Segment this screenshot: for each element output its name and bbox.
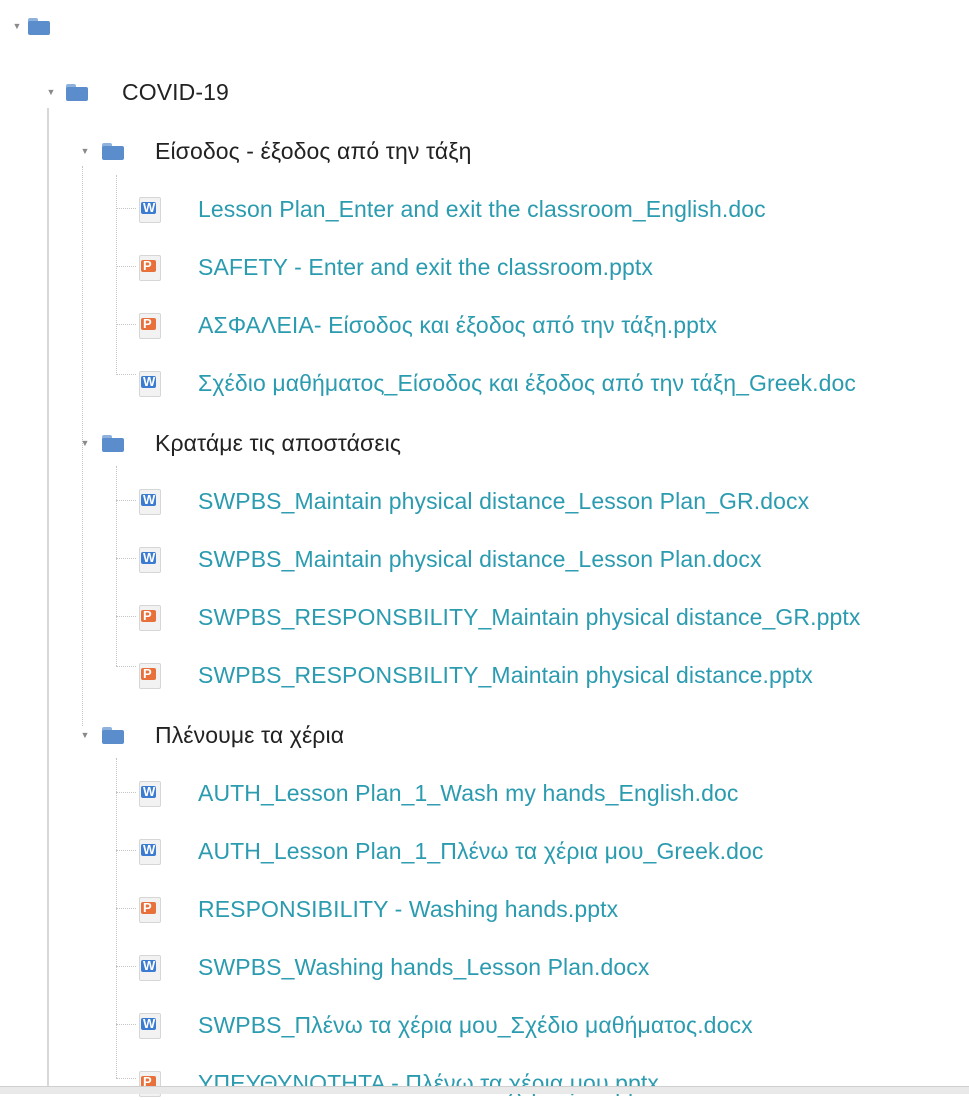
expand-toggle-icon[interactable]: ▼ xyxy=(78,144,92,158)
tree-guide-folder-3 xyxy=(116,758,117,1078)
powerpoint-icon: P xyxy=(136,896,162,923)
tree-guide-folder-2 xyxy=(116,466,117,666)
file-link[interactable]: SWPBS_Maintain physical distance_Lesson … xyxy=(198,488,809,515)
tree-guide-folder-1 xyxy=(116,175,117,375)
tree-connector xyxy=(116,208,136,209)
expand-toggle-icon[interactable]: ▼ xyxy=(44,85,58,99)
file-link[interactable]: RESPONSIBILITY - Washing hands.pptx xyxy=(198,896,618,923)
word-document-icon: W xyxy=(136,370,162,397)
word-document-icon: W xyxy=(136,196,162,223)
file-link[interactable]: SWPBS_RESPONSBILITY_Maintain physical di… xyxy=(198,662,813,689)
file-link[interactable]: SWPBS_Washing hands_Lesson Plan.docx xyxy=(198,954,650,981)
word-document-icon: W xyxy=(136,838,162,865)
tree-connector xyxy=(116,1078,136,1079)
file-item[interactable]: W SWPBS_Maintain physical distance_Lesso… xyxy=(136,484,809,518)
tree-connector xyxy=(116,266,136,267)
word-document-icon: W xyxy=(136,488,162,515)
tree-guide-main xyxy=(47,108,49,1093)
file-item[interactable]: P SAFETY - Enter and exit the classroom.… xyxy=(136,250,653,284)
tree-connector xyxy=(116,374,136,375)
folder-label: Πλένουμε τα χέρια xyxy=(155,721,345,748)
folder-icon xyxy=(66,83,88,101)
file-item[interactable]: P ΑΣΦΑΛΕΙΑ- Είσοδος και έξοδος από την τ… xyxy=(136,308,717,342)
word-document-icon: W xyxy=(136,546,162,573)
powerpoint-icon: P xyxy=(136,312,162,339)
word-document-icon: W xyxy=(136,1012,162,1039)
file-link[interactable]: SWPBS_Maintain physical distance_Lesson … xyxy=(198,546,762,573)
file-link[interactable]: SWPBS_Πλένω τα χέρια μου_Σχέδιο μαθήματο… xyxy=(198,1012,753,1039)
file-link[interactable]: AUTH_Lesson Plan_1_Wash my hands_English… xyxy=(198,780,739,807)
expand-toggle-icon[interactable]: ▼ xyxy=(78,728,92,742)
tree-connector xyxy=(116,792,136,793)
folder-label: Είσοδος - έξοδος από την τάξη xyxy=(155,137,472,164)
file-link[interactable]: ΑΣΦΑΛΕΙΑ- Είσοδος και έξοδος από την τάξ… xyxy=(198,312,717,339)
file-item[interactable]: P RESPONSIBILITY - Washing hands.pptx xyxy=(136,892,618,926)
tree-connector xyxy=(116,966,136,967)
powerpoint-icon: P xyxy=(136,254,162,281)
tree-node-folder[interactable]: ▼ Πλένουμε τα χέρια xyxy=(78,718,344,752)
tree-node-category[interactable]: ▼ COVID-19 xyxy=(44,75,229,109)
tree-connector xyxy=(116,908,136,909)
powerpoint-icon: P xyxy=(136,662,162,689)
folder-icon xyxy=(28,17,50,35)
category-label: COVID-19 xyxy=(122,78,229,105)
word-document-icon: W xyxy=(136,780,162,807)
file-item[interactable]: W SWPBS_Washing hands_Lesson Plan.docx xyxy=(136,950,650,984)
expand-toggle-icon[interactable]: ▼ xyxy=(78,436,92,450)
tree-connector xyxy=(116,616,136,617)
tree-connector xyxy=(116,666,136,667)
tree-node-root[interactable]: ▼ xyxy=(10,9,50,43)
powerpoint-icon: P xyxy=(136,604,162,631)
file-tree: ▼ ▼ COVID-19 ▼ Είσοδος - έξοδος από την … xyxy=(0,0,969,1097)
tree-connector xyxy=(116,850,136,851)
tree-connector xyxy=(116,324,136,325)
tree-connector xyxy=(116,500,136,501)
file-item[interactable]: W AUTH_Lesson Plan_1_Wash my hands_Engli… xyxy=(136,776,739,810)
file-item[interactable]: W AUTH_Lesson Plan_1_Πλένω τα χέρια μου_… xyxy=(136,834,763,868)
file-item[interactable]: W SWPBS_Maintain physical distance_Lesso… xyxy=(136,542,762,576)
folder-label: Κρατάμε τις αποστάσεις xyxy=(155,429,402,456)
file-item[interactable]: W Lesson Plan_Enter and exit the classro… xyxy=(136,192,766,226)
folder-icon xyxy=(102,726,124,744)
file-link[interactable]: SAFETY - Enter and exit the classroom.pp… xyxy=(198,254,653,281)
file-link[interactable]: Σχέδιο μαθήματος_Είσοδος και έξοδος από … xyxy=(198,370,856,397)
word-document-icon: W xyxy=(136,954,162,981)
tree-connector xyxy=(116,1024,136,1025)
file-link[interactable]: AUTH_Lesson Plan_1_Πλένω τα χέρια μου_Gr… xyxy=(198,838,763,865)
file-item[interactable]: P ΥΠΕΥΘΥΝΟΤΗΤΑ - Πλένω τα χέρια μου.pptx xyxy=(136,1066,659,1100)
tree-node-folder[interactable]: ▼ Κρατάμε τις αποστάσεις xyxy=(78,426,401,460)
tree-node-folder[interactable]: ▼ Είσοδος - έξοδος από την τάξη xyxy=(78,134,472,168)
file-link[interactable]: Lesson Plan_Enter and exit the classroom… xyxy=(198,196,766,223)
folder-icon xyxy=(102,434,124,452)
folder-icon xyxy=(102,142,124,160)
file-item[interactable]: W Σχέδιο μαθήματος_Είσοδος και έξοδος απ… xyxy=(136,366,856,400)
expand-toggle-icon[interactable]: ▼ xyxy=(10,19,24,33)
file-link[interactable]: SWPBS_RESPONSBILITY_Maintain physical di… xyxy=(198,604,860,631)
file-item[interactable]: P SWPBS_RESPONSBILITY_Maintain physical … xyxy=(136,600,860,634)
file-item[interactable]: P SWPBS_RESPONSBILITY_Maintain physical … xyxy=(136,658,813,692)
file-item[interactable]: W SWPBS_Πλένω τα χέρια μου_Σχέδιο μαθήμα… xyxy=(136,1008,753,1042)
tree-connector xyxy=(116,558,136,559)
